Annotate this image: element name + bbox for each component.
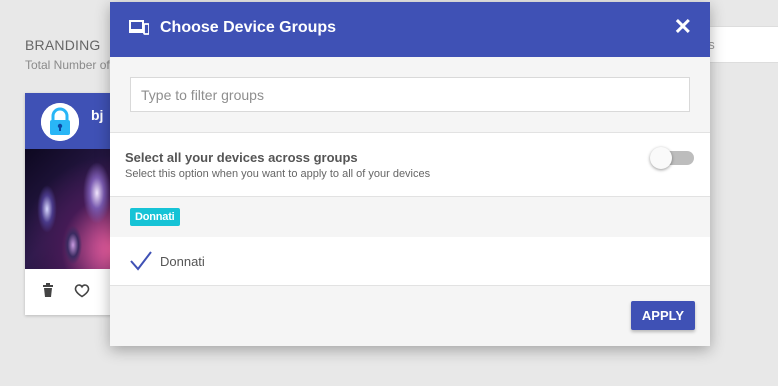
page-heading: BRANDING (25, 37, 101, 53)
card-avatar (41, 103, 79, 141)
select-all-toggle[interactable] (650, 147, 696, 171)
trash-icon[interactable] (41, 283, 55, 302)
dialog-title: Choose Device Groups (160, 19, 337, 36)
check-icon (129, 250, 153, 272)
close-icon[interactable]: ✕ (674, 14, 692, 40)
devices-icon (129, 20, 150, 36)
filter-section (110, 57, 710, 132)
dialog-header: Choose Device Groups ✕ (110, 2, 710, 57)
toggle-knob (650, 147, 672, 169)
select-all-description: Select this option when you want to appl… (125, 168, 431, 180)
heart-icon[interactable] (74, 283, 90, 302)
selected-group-tag[interactable]: Donnati (130, 208, 180, 226)
apply-button[interactable]: APPLY (631, 301, 695, 330)
group-label: Donnati (160, 254, 205, 269)
selected-groups-row: Donnati (110, 196, 710, 238)
card-name: bj (91, 107, 104, 123)
choose-device-groups-dialog: Choose Device Groups ✕ Select all your d… (110, 2, 710, 346)
dialog-footer: APPLY (110, 286, 710, 346)
page-subheading: Total Number of (25, 58, 110, 72)
group-list-item[interactable]: Donnati (110, 237, 710, 286)
select-all-title: Select all your devices across groups (125, 150, 358, 165)
filter-groups-input[interactable] (130, 77, 690, 112)
select-all-section: Select all your devices across groups Se… (110, 132, 710, 197)
lock-icon (41, 103, 79, 141)
